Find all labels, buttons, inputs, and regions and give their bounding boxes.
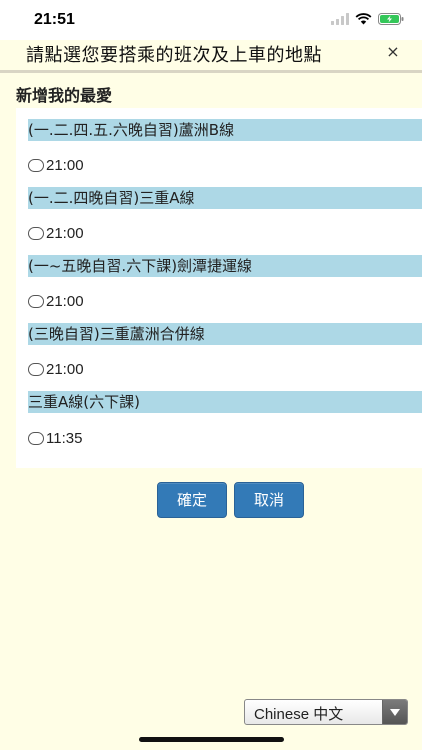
route-list: (一.二.四.五.六晚自習)蘆洲B線 21:00 (一.二.四晚自習)三重A線 … [16,108,422,468]
battery-charging-icon [378,13,404,25]
status-time: 21:51 [34,11,75,28]
confirm-button[interactable]: 確定 [157,482,227,518]
route-header: (一.二.四.五.六晚自習)蘆洲B線 [28,119,422,141]
route-header: (一~五晚自習.六下課)劍潭捷運線 [28,255,422,277]
dropdown-toggle[interactable] [382,700,407,724]
route-time-label: 21:00 [46,292,84,310]
header-divider [0,70,422,73]
route-checkbox[interactable] [28,431,44,445]
status-icons [331,13,404,25]
route-header: (一.二.四晚自習)三重A線 [28,187,422,209]
route-header: (三晚自習)三重蘆洲合併線 [28,323,422,345]
route-time-option[interactable]: 11:35 [28,427,82,449]
language-selected-value: Chinese 中文 [254,706,344,723]
route-checkbox[interactable] [28,226,44,240]
cancel-button[interactable]: 取消 [234,482,304,518]
route-header: 三重A線(六下課) [28,391,422,413]
route-time-option[interactable]: 21:00 [28,154,84,176]
header-title: 請點選您要搭乘的班次及上車的地點 [26,45,322,66]
wifi-icon [355,13,372,25]
route-time-option[interactable]: 21:00 [28,358,84,380]
route-time-label: 21:00 [46,224,84,242]
route-time-option[interactable]: 21:00 [28,222,84,244]
chevron-down-icon [390,709,400,716]
section-title: 新增我的最愛 [16,86,113,105]
route-checkbox[interactable] [28,158,44,172]
route-time-option[interactable]: 21:00 [28,290,84,312]
route-checkbox[interactable] [28,362,44,376]
route-time-label: 11:35 [46,429,83,447]
language-select[interactable]: Chinese 中文 [244,699,408,725]
header-bar: 請點選您要搭乘的班次及上車的地點 × [0,40,422,68]
signal-icon [331,13,349,25]
status-bar: 21:51 [0,0,422,40]
route-time-label: 21:00 [46,360,84,378]
home-indicator [139,737,284,742]
close-button[interactable]: × [384,43,402,61]
route-time-label: 21:00 [46,156,84,174]
route-checkbox[interactable] [28,294,44,308]
